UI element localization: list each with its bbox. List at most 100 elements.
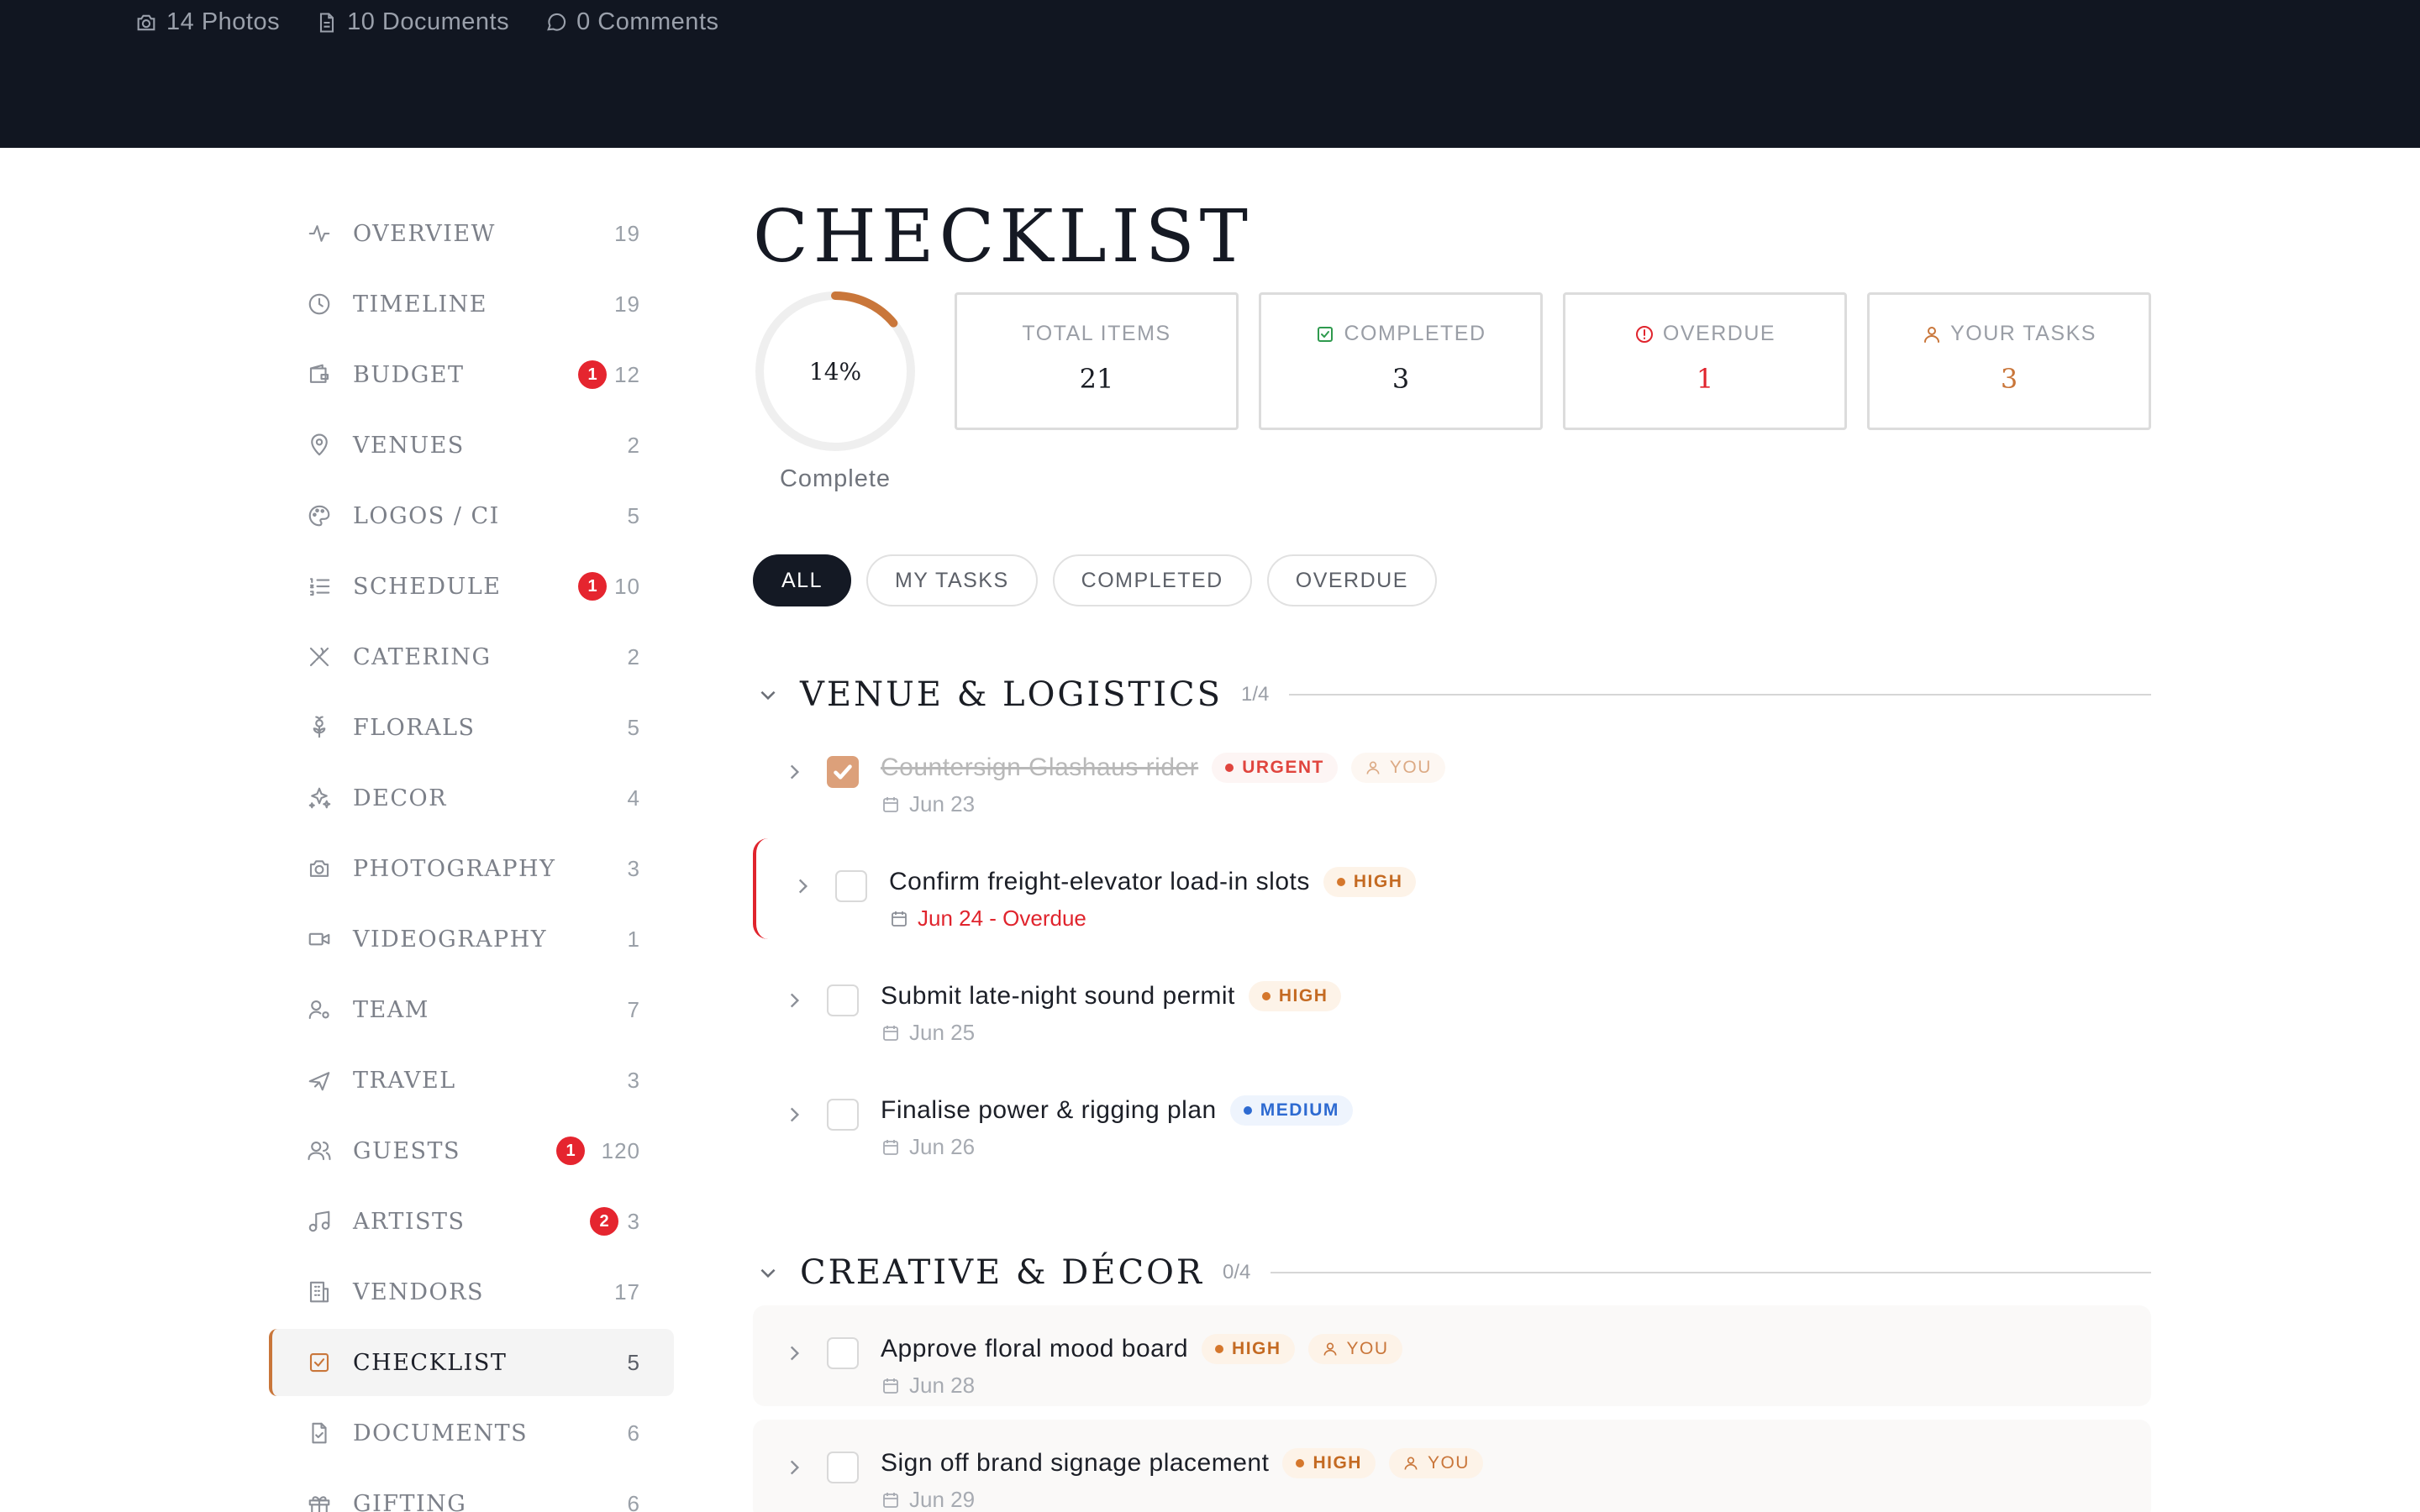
sidebar-item-checklist[interactable]: Checklist 5 [269, 1329, 674, 1396]
plane-icon [308, 1072, 330, 1091]
due-date-text: Jun 29 [909, 1487, 976, 1512]
collapse-toggle[interactable] [753, 1257, 783, 1288]
sidebar-item-count: 7 [627, 996, 640, 1022]
sidebar-item-count: 5 [627, 502, 640, 528]
activity-icon [308, 225, 330, 242]
filter-overdue[interactable]: Overdue [1266, 554, 1437, 606]
task-checkbox[interactable] [827, 756, 859, 788]
section-sidebar: Overview 19 Timeline 19 Budget 1 12 Venues 2 Logo… [269, 200, 674, 1512]
task-row[interactable]: Approve floral mood board High You Jun 28 [753, 1305, 2151, 1406]
assignee-tag: You [1307, 1334, 1402, 1364]
task-title[interactable]: Confirm freight-elevator load-in slots [889, 868, 1310, 896]
sidebar-item-guests[interactable]: Guests 1 120 [269, 1117, 674, 1184]
expand-task-toggle[interactable] [783, 761, 805, 783]
task-title[interactable]: Finalise power & rigging plan [881, 1096, 1217, 1125]
task-due-date: Jun 29 [881, 1487, 975, 1512]
task-checkbox[interactable] [827, 1452, 859, 1483]
task-title[interactable]: Approve floral mood board [881, 1335, 1188, 1363]
task-row[interactable]: Countersign Glashaus rider Urgent You Jun 2… [753, 724, 2151, 825]
expand-task-toggle[interactable] [783, 990, 805, 1011]
stat-value: 3 [1392, 363, 1410, 395]
calendar-icon [883, 1378, 898, 1394]
comments-link[interactable]: 0 Comments [544, 8, 718, 36]
sidebar-item-artists[interactable]: Artists 2 3 [269, 1188, 674, 1255]
section-header-venue-logistics[interactable]: Venue & Logistics 1/4 [753, 675, 2151, 714]
file-check-icon-wrap [306, 1420, 333, 1446]
documents-link[interactable]: 10 Documents [315, 8, 509, 36]
collapse-toggle[interactable] [753, 680, 783, 710]
expand-task-toggle[interactable] [783, 1342, 805, 1364]
task-title[interactable]: Submit late-night sound permit [881, 982, 1235, 1011]
expand-task-toggle[interactable] [783, 1104, 805, 1126]
sidebar-item-budget[interactable]: Budget 1 12 [269, 341, 674, 408]
music-icon [308, 1210, 330, 1232]
flower-icon [313, 716, 326, 738]
sidebar-item-photography[interactable]: Photography 3 [269, 835, 674, 902]
sidebar-item-label: Travel [353, 1067, 456, 1094]
photos-link[interactable]: 14 Photos [134, 8, 280, 36]
flower-icon-wrap [306, 714, 333, 741]
sidebar-item-label: Decor [353, 785, 447, 811]
sidebar-item-label: Venues [353, 432, 465, 459]
user-icon [1404, 1457, 1418, 1470]
priority-dot [1261, 992, 1270, 1000]
sidebar-item-logos-ci[interactable]: Logos / CI 5 [269, 482, 674, 549]
sidebar-item-catering[interactable]: Catering 2 [269, 623, 674, 690]
filter-all[interactable]: All [753, 554, 851, 606]
task-title-row: Sign off brand signage placement High You [881, 1448, 1483, 1478]
message-circle-icon [547, 13, 566, 31]
sidebar-item-videography[interactable]: Videography 1 [269, 906, 674, 973]
task-checkbox[interactable] [835, 870, 867, 902]
task-title[interactable]: Sign off brand signage placement [881, 1449, 1269, 1478]
filter-completed[interactable]: Completed [1052, 554, 1252, 606]
utensils-crossed-icon-wrap [306, 643, 333, 670]
sidebar-item-travel[interactable]: Travel 3 [269, 1047, 674, 1114]
tag-label: High [1232, 1339, 1281, 1358]
sidebar-item-label: Videography [353, 926, 548, 953]
comments-count: 0 Comments [576, 8, 719, 35]
camera-icon [309, 860, 329, 877]
task-row[interactable]: Sign off brand signage placement High You J… [753, 1420, 2151, 1512]
checklist-main: Checklist 14% Complete Total Items 21 Comp… [753, 195, 2151, 1512]
sidebar-item-florals[interactable]: Florals 5 [269, 694, 674, 761]
stat-label-row: Overdue [1634, 322, 1776, 346]
sidebar-item-decor[interactable]: Decor 4 [269, 764, 674, 832]
task-row[interactable]: Submit late-night sound permit High Jun 25 [753, 953, 2151, 1053]
filter-my-tasks[interactable]: My Tasks [865, 554, 1038, 606]
task-checkbox[interactable] [827, 1337, 859, 1369]
sidebar-item-vendors[interactable]: Vendors 17 [269, 1258, 674, 1326]
task-due-date: Jun 25 [881, 1020, 975, 1046]
task-checkbox[interactable] [827, 1099, 859, 1131]
sidebar-item-count: 19 [614, 291, 640, 317]
section-title: Creative & Décor [800, 1253, 1205, 1292]
task-row[interactable]: Confirm freight-elevator load-in slots Hi… [753, 838, 2151, 939]
expand-task-toggle[interactable] [783, 1457, 805, 1478]
task-title[interactable]: Countersign Glashaus rider [881, 753, 1198, 782]
priority-dot [1243, 1106, 1252, 1115]
chevron-right-icon [798, 879, 808, 894]
tag-label: High [1278, 986, 1328, 1005]
task-title-row: Approve floral mood board High You [881, 1334, 1402, 1364]
sidebar-item-timeline[interactable]: Timeline 19 [269, 270, 674, 338]
chevron-right-icon [790, 1460, 800, 1475]
sidebar-item-gifting[interactable]: Gifting 6 [269, 1470, 674, 1512]
stat-card-total-items: Total Items 21 [955, 292, 1239, 430]
photos-count: 14 Photos [166, 8, 281, 35]
sidebar-item-venues[interactable]: Venues 2 [269, 412, 674, 479]
sidebar-item-overview[interactable]: Overview 19 [269, 200, 674, 267]
section-header-creative-d-cor[interactable]: Creative & Décor 0/4 [753, 1253, 2151, 1292]
task-row[interactable]: Finalise power & rigging plan Medium Jun 2… [753, 1067, 2151, 1168]
calendar-icon [883, 1025, 898, 1041]
task-checkbox[interactable] [827, 984, 859, 1016]
sidebar-item-team[interactable]: Team 7 [269, 976, 674, 1043]
sidebar-item-schedule[interactable]: Schedule 1 10 [269, 553, 674, 620]
calendar-icon [892, 911, 907, 927]
task-title-row: Submit late-night sound permit High [881, 981, 1342, 1011]
notification-badge: 1 [578, 360, 607, 389]
building-icon-wrap [306, 1278, 333, 1305]
sidebar-item-count: 12 [614, 361, 640, 387]
list-ordered-icon-wrap [306, 573, 333, 600]
sidebar-item-count: 5 [627, 1349, 640, 1375]
sidebar-item-documents[interactable]: Documents 6 [269, 1399, 674, 1467]
expand-task-toggle[interactable] [792, 875, 813, 897]
